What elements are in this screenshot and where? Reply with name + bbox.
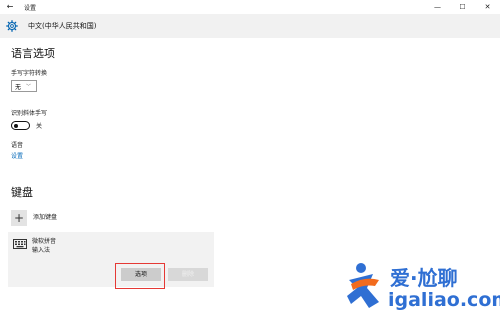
maximize-button[interactable]: ☐ xyxy=(450,0,475,14)
gear-icon xyxy=(6,20,18,32)
cursive-handwriting-toggle[interactable] xyxy=(11,121,30,130)
plus-icon: + xyxy=(13,211,25,225)
keyboard-heading: 键盘 xyxy=(11,186,33,199)
keyboard-icon xyxy=(13,239,27,249)
keyboard-item-card[interactable]: 微软拼音 输入法 选项 删除 xyxy=(8,232,214,287)
window-controls: — ☐ ✕ xyxy=(425,0,500,14)
add-keyboard-label[interactable]: 添加键盘 xyxy=(33,212,57,221)
app-title: 设置 xyxy=(24,4,37,12)
handwriting-switch-label: 手写字符转换 xyxy=(11,70,48,77)
dropdown-value: 无 xyxy=(15,83,22,91)
chevron-down-icon: ﹀ xyxy=(26,83,32,90)
keyboard-item-name: 微软拼音 输入法 xyxy=(32,237,56,255)
back-arrow-icon[interactable]: ← xyxy=(0,0,20,14)
toggle-state-label: 关 xyxy=(36,123,43,130)
keyboard-item-name-line2: 输入法 xyxy=(32,247,51,254)
options-highlight-box xyxy=(115,263,165,289)
close-button[interactable]: ✕ xyxy=(475,0,500,14)
watermark-cn-text: 爱·尬聊 xyxy=(390,266,458,290)
page-title: 中文(中华人民共和国) xyxy=(28,22,97,30)
cursive-handwriting-label: 识别斜体手写 xyxy=(11,110,48,117)
language-options-heading: 语言选项 xyxy=(11,47,55,60)
handwriting-switch-dropdown[interactable]: 无 ﹀ xyxy=(11,80,37,92)
watermark-url-text: igaliao.com xyxy=(388,289,500,311)
toggle-knob xyxy=(14,123,18,128)
page-header: 中文(中华人民共和国) xyxy=(0,14,500,38)
keyboard-item-name-line1: 微软拼音 xyxy=(32,238,57,245)
remove-button[interactable]: 删除 xyxy=(168,268,208,281)
speech-settings-link[interactable]: 设置 xyxy=(11,151,23,160)
speech-label: 语音 xyxy=(11,142,24,149)
add-keyboard-button[interactable]: + xyxy=(11,210,27,226)
minimize-button[interactable]: — xyxy=(425,0,450,14)
window-titlebar: ← 设置 — ☐ ✕ xyxy=(0,0,500,14)
